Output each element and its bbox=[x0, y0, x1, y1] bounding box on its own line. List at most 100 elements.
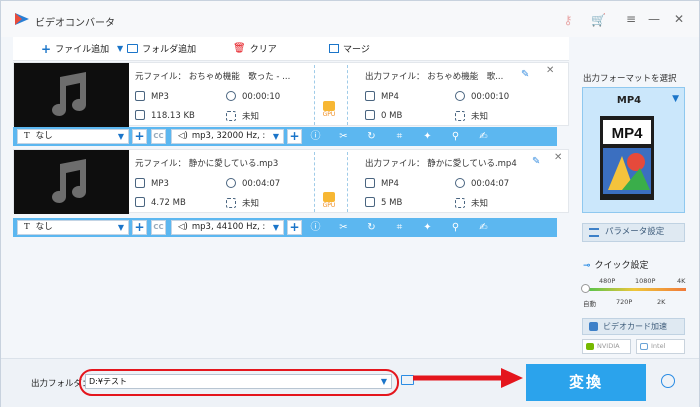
output-size: 0 MB bbox=[365, 110, 402, 121]
output-duration: 00:04:07 bbox=[455, 178, 509, 189]
watermark-stamp-icon[interactable]: ⚲ bbox=[449, 221, 462, 234]
file-size-icon bbox=[365, 197, 375, 207]
cc-icon[interactable]: CC bbox=[151, 129, 166, 144]
alarm-clock-icon[interactable] bbox=[661, 374, 675, 388]
format-selector[interactable]: MP4 ▼ MP4 bbox=[582, 87, 685, 213]
tick-label: 1080P bbox=[635, 277, 656, 285]
add-folder-label: フォルダ追加 bbox=[142, 45, 197, 55]
gpu-icon: GPU bbox=[322, 192, 336, 210]
close-window-button[interactable]: ✕ bbox=[671, 11, 687, 27]
remove-file-icon[interactable]: ✕ bbox=[546, 65, 554, 76]
source-duration: 00:00:10 bbox=[226, 91, 280, 102]
tick-label: 480P bbox=[599, 277, 616, 285]
cc-icon[interactable]: CC bbox=[151, 220, 166, 235]
source-size: 118.13 KB bbox=[135, 110, 195, 121]
info-icon[interactable]: ⓘ bbox=[309, 221, 322, 234]
gpu-acceleration-button[interactable]: ビデオカード加速 bbox=[582, 318, 685, 335]
output-format-panel: 出力フォーマットを選択 MP4 ▼ MP4 パラメータ設定 ⊸ クイック設定 48… bbox=[573, 61, 697, 358]
add-file-label: ファイル追加 bbox=[55, 45, 110, 55]
nvidia-logo-icon bbox=[586, 343, 594, 350]
effect-wand-icon[interactable]: ✦ bbox=[421, 130, 434, 143]
cut-icon[interactable]: ✂ bbox=[337, 221, 350, 234]
info-icon[interactable]: ⓘ bbox=[309, 130, 322, 143]
source-format: MP3 bbox=[135, 91, 169, 102]
divider bbox=[314, 152, 315, 212]
effect-wand-icon[interactable]: ✦ bbox=[421, 221, 434, 234]
plus-icon: + bbox=[41, 41, 52, 56]
music-note-icon bbox=[52, 72, 86, 116]
add-audio-button[interactable]: + bbox=[287, 129, 302, 144]
file-item[interactable]: 元ファイル： おちゃめ機能 歌った - ... MP3 00:00:10 118… bbox=[13, 62, 569, 127]
quality-slider-track[interactable] bbox=[583, 288, 686, 291]
subtitle-select[interactable]: T なし ▼ bbox=[17, 220, 129, 235]
clock-icon bbox=[226, 178, 236, 188]
resolution-icon bbox=[455, 111, 465, 121]
title-bar: ビデオコンバータ ⚷ 🛒 ≡ — ✕ bbox=[1, 1, 699, 37]
intel-toggle[interactable]: Intel bbox=[636, 339, 685, 354]
clock-icon bbox=[455, 91, 465, 101]
add-folder-button[interactable]: ▼ フォルダ追加 bbox=[117, 42, 196, 55]
menu-icon[interactable]: ≡ bbox=[623, 11, 639, 27]
chevron-down-icon: ▼ bbox=[272, 223, 279, 232]
edit-pencil-icon[interactable]: ✎ bbox=[521, 69, 529, 80]
format-icon bbox=[365, 178, 375, 188]
app-title: ビデオコンバータ bbox=[35, 18, 115, 29]
add-subtitle-button[interactable]: + bbox=[132, 220, 147, 235]
key-icon[interactable]: ⚷ bbox=[561, 13, 575, 27]
tick-label: 4K bbox=[677, 277, 686, 285]
minimize-button[interactable]: — bbox=[646, 11, 662, 27]
quality-slider-knob[interactable] bbox=[581, 284, 590, 293]
add-file-button[interactable]: + ファイル追加 bbox=[41, 41, 110, 56]
svg-text:MP4: MP4 bbox=[612, 125, 644, 142]
chip-icon bbox=[589, 322, 598, 331]
output-resolution: 未知 bbox=[455, 110, 488, 122]
crop-icon[interactable]: ⌗ bbox=[393, 130, 406, 143]
divider bbox=[314, 65, 315, 125]
convert-button[interactable]: 変換 bbox=[526, 364, 646, 401]
chevron-down-icon: ▼ bbox=[117, 132, 124, 141]
app-window: ビデオコンバータ ⚷ 🛒 ≡ — ✕ + ファイル追加 ▼ フォルダ追加 🗑 ク… bbox=[0, 0, 700, 407]
dropdown-caret-icon: ▼ bbox=[117, 44, 124, 53]
file-size-icon bbox=[135, 110, 145, 120]
slider-icon: ⊸ bbox=[583, 261, 591, 271]
intel-logo-icon bbox=[640, 343, 648, 350]
bottom-bar: 出力フォルダ： D:¥テスト ▼ 変換 bbox=[1, 358, 699, 407]
sliders-icon bbox=[589, 228, 599, 237]
file-thumbnail bbox=[14, 150, 129, 214]
cart-icon[interactable]: 🛒 bbox=[591, 13, 606, 27]
chevron-down-icon: ▼ bbox=[272, 132, 279, 141]
format-icon bbox=[135, 91, 145, 101]
output-file-name: 出力ファイル： おちゃめ機能 歌... bbox=[365, 72, 504, 82]
merge-button[interactable]: マージ bbox=[329, 42, 370, 55]
tick-label: 2K bbox=[657, 298, 666, 306]
clock-icon bbox=[226, 91, 236, 101]
file-item[interactable]: 元ファイル： 静かに愛している.mp3 MP3 00:04:07 4.72 MB… bbox=[13, 149, 569, 214]
resolution-icon bbox=[226, 198, 236, 208]
source-file-name: 元ファイル： おちゃめ機能 歌った - ... bbox=[135, 72, 291, 82]
audio-track-select[interactable]: ◁) mp3, 44100 Hz, : ▼ bbox=[171, 220, 284, 235]
add-audio-button[interactable]: + bbox=[287, 220, 302, 235]
subtitle-select[interactable]: T なし ▼ bbox=[17, 129, 129, 144]
remove-file-icon[interactable]: ✕ bbox=[554, 152, 562, 163]
merge-label: マージ bbox=[343, 45, 370, 55]
output-format: MP4 bbox=[365, 178, 399, 189]
format-icon bbox=[135, 178, 145, 188]
nvidia-toggle[interactable]: NVIDIA bbox=[582, 339, 631, 354]
music-note-icon bbox=[52, 159, 86, 203]
edit-icon[interactable]: ✍ bbox=[477, 221, 490, 234]
edit-icon[interactable]: ✍ bbox=[477, 130, 490, 143]
speaker-icon: ◁) bbox=[178, 222, 188, 232]
file-thumbnail bbox=[14, 63, 129, 127]
rotate-icon[interactable]: ↻ bbox=[365, 221, 378, 234]
crop-icon[interactable]: ⌗ bbox=[393, 221, 406, 234]
rotate-icon[interactable]: ↻ bbox=[365, 130, 378, 143]
source-file-name: 元ファイル： 静かに愛している.mp3 bbox=[135, 159, 279, 169]
audio-track-select[interactable]: ◁) mp3, 32000 Hz, : ▼ bbox=[171, 129, 284, 144]
edit-pencil-icon[interactable]: ✎ bbox=[532, 156, 540, 167]
watermark-stamp-icon[interactable]: ⚲ bbox=[449, 130, 462, 143]
parameter-settings-button[interactable]: パラメータ設定 bbox=[582, 223, 685, 242]
cut-icon[interactable]: ✂ bbox=[337, 130, 350, 143]
add-subtitle-button[interactable]: + bbox=[132, 129, 147, 144]
format-name: MP4 bbox=[616, 95, 642, 106]
clear-button[interactable]: 🗑 クリア bbox=[233, 42, 277, 55]
